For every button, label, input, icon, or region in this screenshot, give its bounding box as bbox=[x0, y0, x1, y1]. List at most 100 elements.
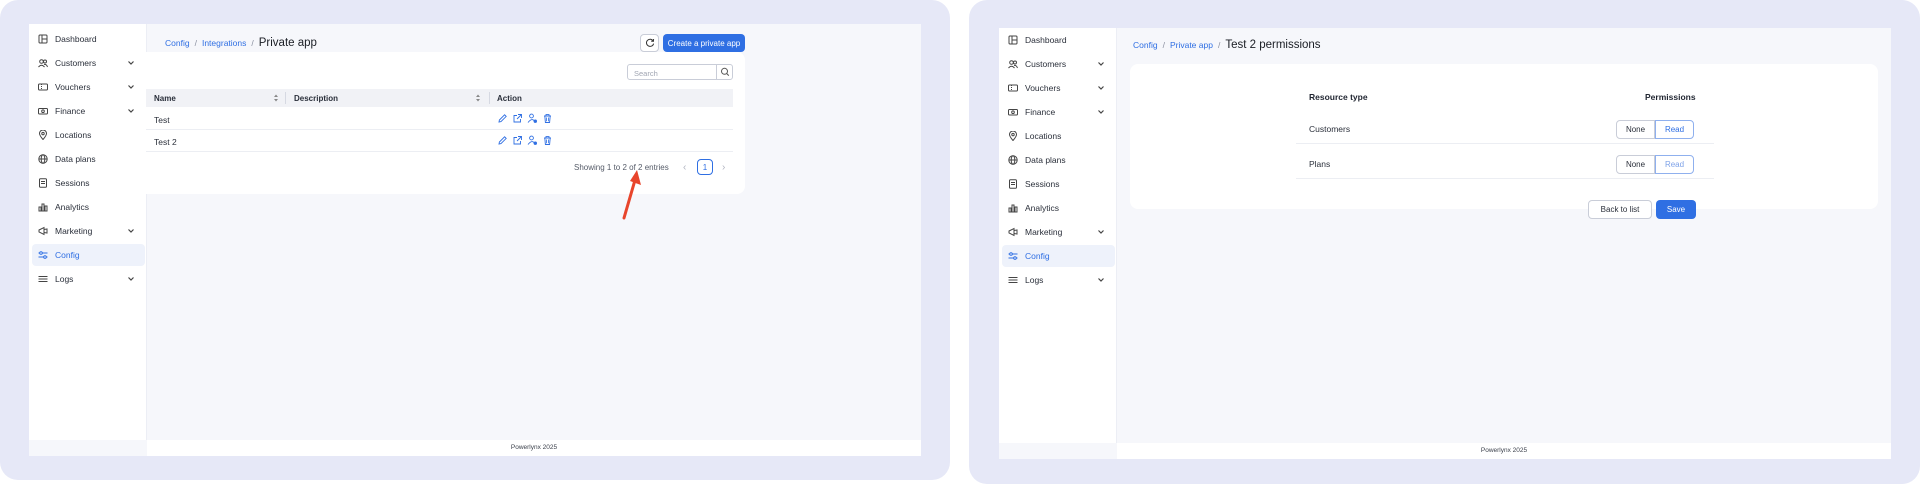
sliders-icon bbox=[38, 251, 48, 259]
sidebar-item-marketing[interactable]: Marketing bbox=[29, 220, 145, 242]
column-header-permissions: Permissions bbox=[1645, 92, 1696, 102]
sidebar-item-label: Finance bbox=[1025, 107, 1056, 117]
sidebar-item-locations[interactable]: Locations bbox=[999, 125, 1115, 147]
edit-pencil-icon[interactable] bbox=[497, 113, 508, 124]
sidebar-item-analytics[interactable]: Analytics bbox=[29, 196, 145, 218]
sidebar-item-config[interactable]: Config bbox=[32, 244, 145, 266]
sidebar-item-label: Marketing bbox=[55, 226, 93, 236]
voucher-icon bbox=[38, 83, 48, 91]
sidebar-item-label: Logs bbox=[55, 274, 74, 284]
globe-icon bbox=[38, 154, 48, 164]
private-apps-card: Search Name Description Action Test Test… bbox=[134, 52, 745, 194]
megaphone-icon bbox=[38, 226, 48, 236]
sidebar-item-data-plans[interactable]: Data plans bbox=[29, 148, 145, 170]
edit-pencil-icon[interactable] bbox=[497, 135, 508, 146]
sidebar-item-config[interactable]: Config bbox=[1002, 245, 1115, 267]
sidebar-item-label: Locations bbox=[55, 130, 92, 140]
column-header-action: Action bbox=[497, 94, 522, 103]
column-header-description[interactable]: Description bbox=[294, 94, 338, 103]
sidebar-item-locations[interactable]: Locations bbox=[29, 124, 145, 146]
annotation-arrow-icon bbox=[622, 170, 641, 220]
row-name: Test 2 bbox=[154, 137, 177, 147]
sidebar-item-customers[interactable]: Customers bbox=[29, 52, 145, 74]
footer: Powerlynx 2025 bbox=[147, 440, 921, 456]
open-external-icon[interactable] bbox=[512, 135, 523, 146]
sliders-icon bbox=[1008, 252, 1018, 260]
permissions-card: Resource type Permissions Customers None… bbox=[1130, 64, 1878, 219]
sessions-icon bbox=[39, 178, 47, 188]
sidebar-item-finance[interactable]: Finance bbox=[999, 101, 1115, 123]
sidebar-item-sessions[interactable]: Sessions bbox=[999, 173, 1115, 195]
sidebar-item-vouchers[interactable]: Vouchers bbox=[29, 76, 145, 98]
sidebar-item-label: Customers bbox=[55, 58, 97, 68]
sidebar-item-analytics[interactable]: Analytics bbox=[999, 197, 1115, 219]
table-row: Test 2 bbox=[146, 130, 733, 152]
user-permissions-icon[interactable] bbox=[527, 113, 538, 124]
dashboard-icon bbox=[1008, 35, 1018, 45]
search-button[interactable] bbox=[716, 65, 732, 79]
page-title: Private app bbox=[258, 37, 317, 49]
sidebar-item-marketing[interactable]: Marketing bbox=[999, 221, 1115, 243]
chevron-down-icon bbox=[1098, 230, 1104, 234]
pagination-page-button[interactable]: 1 bbox=[697, 159, 713, 175]
create-private-app-button[interactable]: Create a private app bbox=[663, 34, 745, 52]
sidebar-item-label: Vouchers bbox=[55, 82, 91, 92]
column-divider bbox=[285, 92, 286, 104]
left-screenshot-panel: Dashboard Customers Vouchers Finance Loc… bbox=[0, 0, 950, 480]
pagination-next-button[interactable]: › bbox=[722, 162, 725, 173]
sidebar-item-label: Locations bbox=[1025, 131, 1062, 141]
breadcrumb-separator: / bbox=[1217, 40, 1221, 50]
sort-icon[interactable] bbox=[273, 93, 279, 103]
sidebar-item-dashboard[interactable]: Dashboard bbox=[29, 28, 145, 50]
sidebar-item-label: Dashboard bbox=[1025, 35, 1067, 45]
sidebar-item-finance[interactable]: Finance bbox=[29, 100, 145, 122]
column-header-name[interactable]: Name bbox=[154, 94, 176, 103]
list-icon bbox=[1008, 277, 1018, 283]
sidebar-item-sessions[interactable]: Sessions bbox=[29, 172, 145, 194]
breadcrumb-config-link[interactable]: Config bbox=[1133, 40, 1158, 50]
permission-read-button[interactable]: Read bbox=[1655, 120, 1694, 139]
sidebar-item-customers[interactable]: Customers bbox=[999, 53, 1115, 75]
search-input[interactable]: Search bbox=[627, 64, 733, 80]
breadcrumb-config-link[interactable]: Config bbox=[165, 38, 190, 48]
sidebar-item-label: Dashboard bbox=[55, 34, 97, 44]
sidebar-item-dashboard[interactable]: Dashboard bbox=[999, 29, 1115, 51]
footer: Powerlynx 2025 bbox=[1117, 443, 1891, 459]
sidebar-item-label: Data plans bbox=[1025, 155, 1066, 165]
permission-none-button[interactable]: None bbox=[1616, 155, 1655, 174]
open-external-icon[interactable] bbox=[512, 113, 523, 124]
permission-read-button[interactable]: Read bbox=[1655, 155, 1694, 174]
breadcrumb: Config / Private app / Test 2 permission… bbox=[1133, 39, 1321, 51]
analytics-icon bbox=[38, 203, 48, 212]
table-header: Name Description Action bbox=[146, 89, 733, 107]
permission-none-button[interactable]: None bbox=[1616, 120, 1655, 139]
breadcrumb-private-app-link[interactable]: Private app bbox=[1170, 40, 1213, 50]
breadcrumb-separator: / bbox=[1162, 40, 1165, 50]
refresh-button[interactable] bbox=[640, 34, 659, 52]
sort-icon[interactable] bbox=[475, 93, 481, 103]
sidebar-item-data-plans[interactable]: Data plans bbox=[999, 149, 1115, 171]
sidebar-item-logs[interactable]: Logs bbox=[999, 269, 1115, 291]
sidebar-item-label: Analytics bbox=[55, 202, 90, 212]
back-to-list-button[interactable]: Back to list bbox=[1588, 200, 1652, 219]
trash-icon[interactable] bbox=[542, 113, 553, 124]
chevron-down-icon bbox=[1098, 278, 1104, 282]
user-permissions-icon[interactable] bbox=[527, 135, 538, 146]
right-screenshot-panel: Dashboard Customers Vouchers Finance Loc… bbox=[969, 0, 1920, 484]
chevron-down-icon bbox=[128, 277, 134, 281]
trash-icon[interactable] bbox=[542, 135, 553, 146]
sidebar-item-label: Marketing bbox=[1025, 227, 1063, 237]
refresh-icon bbox=[645, 38, 654, 47]
pagination-prev-button[interactable]: ‹ bbox=[683, 162, 686, 173]
sidebar-item-logs[interactable]: Logs bbox=[29, 268, 145, 290]
chevron-down-icon bbox=[1098, 62, 1104, 66]
chevron-down-icon bbox=[128, 229, 134, 233]
breadcrumb-integrations-link[interactable]: Integrations bbox=[202, 38, 246, 48]
resource-name: Plans bbox=[1309, 159, 1331, 169]
sidebar-item-label: Customers bbox=[1025, 59, 1067, 69]
page-title: Test 2 permissions bbox=[1225, 39, 1321, 51]
sidebar-item-vouchers[interactable]: Vouchers bbox=[999, 77, 1115, 99]
app-window: Dashboard Customers Vouchers Finance Loc… bbox=[999, 28, 1891, 459]
save-button[interactable]: Save bbox=[1656, 200, 1696, 219]
sidebar-item-label: Logs bbox=[1025, 275, 1044, 285]
